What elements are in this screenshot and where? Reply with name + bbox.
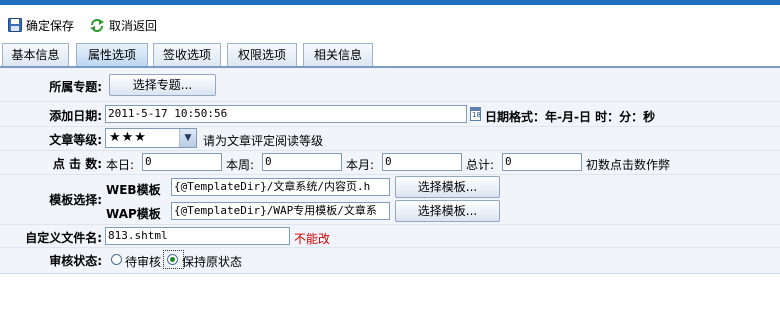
clicks-month-label: 本月: [346,158,375,172]
tab-bar: 基本信息 属性选项 签收选项 权限选项 相关信息 [0,41,780,68]
calendar-icon[interactable]: 18 [470,107,481,121]
wap-template-input[interactable]: {@TemplateDir}/WAP专用模板/文章系 [171,202,390,220]
filename-label: 自定义文件名: [25,231,102,245]
level-select[interactable]: ★★★ ▼ [105,128,197,148]
row-clicks: 点 击 数: 本日: 0 本周: 0 本月: 0 总计: 0 初数点击数作弊 [0,151,780,175]
web-template-input[interactable]: {@TemplateDir}/文章系统/内容页.h [171,178,390,196]
tab-related-info[interactable]: 相关信息 [303,43,373,66]
row-level: 文章等级: ★★★ ▼ 请为文章评定阅读等级 [0,127,780,151]
select-topic-button[interactable]: 选择专题... [109,74,216,96]
tab-basic-info[interactable]: 基本信息 [2,43,69,66]
row-date: 添加日期: 2011-5-17 10:50:56 18 日期格式：年-月-日 时… [0,102,780,127]
row-audit: 审核状态: 待审核 保持原状态 [0,248,780,272]
row-filename: 自定义文件名: 813.shtml 不能改 [0,225,780,248]
clicks-hint: 初数点击数作弊 [586,158,671,172]
tab-signoff-options[interactable]: 签收选项 [153,43,221,66]
clicks-label: 点 击 数: [52,157,102,171]
audit-keep-radio[interactable] [167,254,178,265]
save-button-label: 确定保存 [26,18,75,33]
tab-attribute-options[interactable]: 属性选项 [76,43,148,66]
save-disk-icon [8,18,22,32]
level-hint: 请为文章评定阅读等级 [203,134,324,148]
level-label: 文章等级: [49,133,102,147]
audit-pending-radio[interactable] [111,254,122,265]
clicks-month-input[interactable]: 0 [382,153,462,171]
tab-permission-options[interactable]: 权限选项 [227,43,297,66]
date-label: 添加日期: [49,109,102,123]
select-web-template-button[interactable]: 选择模板... [395,176,500,198]
date-format-hint: 日期格式：年-月-日 时：分：秒 [485,110,656,124]
refresh-arrows-icon [90,19,104,32]
select-wap-template-button[interactable]: 选择模板... [395,200,500,222]
audit-label: 审核状态: [49,254,102,268]
clicks-total-label: 总计: [466,158,495,172]
audit-pending-label[interactable]: 待审核 [125,253,161,270]
toolbar: 确定保存 取消返回 [0,5,780,41]
date-input[interactable]: 2011-5-17 10:50:56 [105,105,467,123]
clicks-week-input[interactable]: 0 [262,153,342,171]
filename-input[interactable]: 813.shtml [105,227,290,245]
web-template-label: WEB模板 [106,183,161,197]
template-label: 模板选择: [49,193,102,207]
topic-label: 所属专题: [49,80,102,94]
level-selected-value: ★★★ [109,130,147,145]
form-panel: 所属专题: 选择专题... 添加日期: 2011-5-17 10:50:56 1… [0,68,780,274]
row-topic: 所属专题: 选择专题... [0,68,780,102]
chevron-down-icon[interactable]: ▼ [179,129,196,147]
clicks-day-label: 本日: [106,158,135,172]
clicks-day-input[interactable]: 0 [142,153,222,171]
row-template: 模板选择: WEB模板 {@TemplateDir}/文章系统/内容页.h 选择… [0,175,780,225]
audit-keep-label[interactable]: 保持原状态 [182,253,242,270]
cancel-button-label: 取消返回 [109,18,158,33]
cancel-button[interactable]: 取消返回 [89,16,157,34]
save-button[interactable]: 确定保存 [8,16,74,34]
filename-note: 不能改 [294,232,331,246]
clicks-week-label: 本周: [226,158,255,172]
wap-template-label: WAP模板 [106,207,161,221]
clicks-total-input[interactable]: 0 [502,153,582,171]
